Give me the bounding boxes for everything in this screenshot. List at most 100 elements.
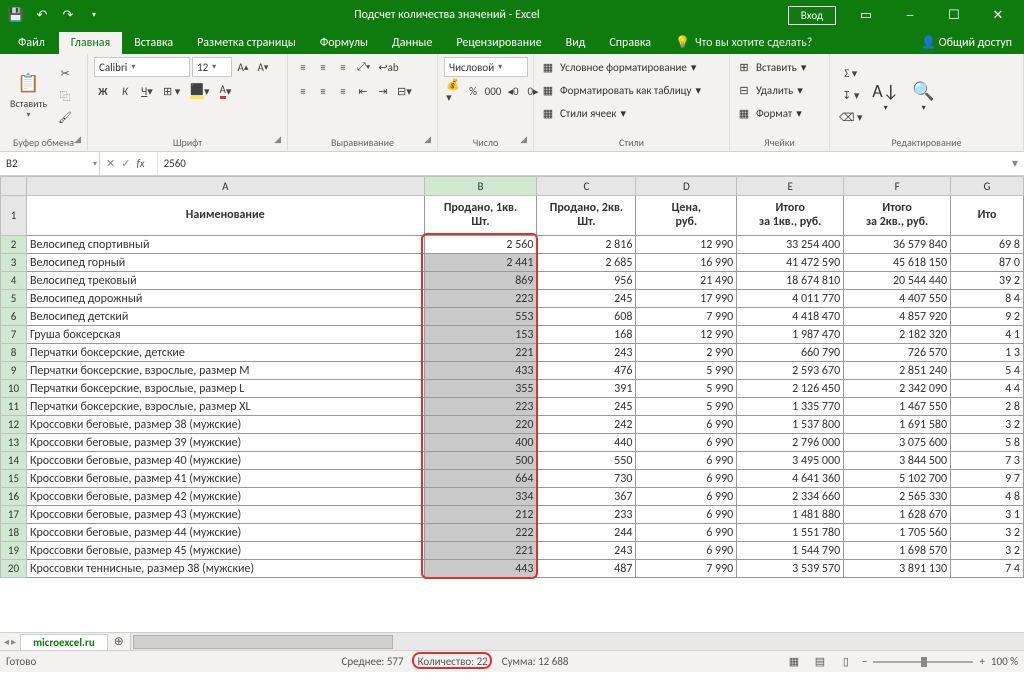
inc-decimals-icon[interactable]: ◂0 [504,81,522,101]
cell-a18[interactable]: Кроссовки беговые, размер 44 (мужские) [26,524,424,542]
cell-e4[interactable]: 18 674 810 [737,272,844,290]
cell-c19[interactable]: 243 [537,542,636,560]
increase-font-icon[interactable]: A▴ [234,57,252,77]
conditional-formatting[interactable]: ▦Условное форматирование▾ [540,57,723,77]
underline-button[interactable]: Ч ▾ [138,81,156,101]
col-header-D[interactable]: D [636,177,737,196]
align-bottom-icon[interactable]: ≡ [334,57,352,77]
cell-a6[interactable]: Велосипед детский [26,308,424,326]
tab-insert[interactable]: Вставка [122,32,185,54]
tab-layout[interactable]: Разметка страницы [185,32,308,54]
cell-f14[interactable]: 3 844 500 [844,452,951,470]
cell-b6[interactable]: 553 [424,308,537,326]
cell-d9[interactable]: 5 990 [636,362,737,380]
cell-a12[interactable]: Кроссовки беговые, размер 38 (мужские) [26,416,424,434]
zoom-out-icon[interactable]: − [862,655,867,668]
scroll-thumb[interactable] [133,635,393,649]
cell-c17[interactable]: 233 [537,506,636,524]
header-cell[interactable]: Продано, 1кв. Шт. [424,196,537,236]
cell-a5[interactable]: Велосипед дорожный [26,290,424,308]
cell-a7[interactable]: Груша боксерская [26,326,424,344]
tab-file[interactable]: Файл [4,32,59,54]
cell-d19[interactable]: 6 990 [636,542,737,560]
cell-g5[interactable]: 8 4 [951,290,1024,308]
find-select-button[interactable]: 🔍▾ [908,77,940,115]
worksheet-grid[interactable]: ABCDEFG1НаименованиеПродано, 1кв. Шт.Про… [0,176,1024,632]
format-painter-icon[interactable]: 🖌 [55,108,75,128]
bold-button[interactable]: Ж [94,81,112,101]
col-header-A[interactable]: A [26,177,424,196]
cell-b2[interactable]: 2 560 [424,236,537,254]
cancel-fx-icon[interactable]: ✕ [106,157,115,170]
row-header-12[interactable]: 12 [1,416,27,434]
fill-icon[interactable]: ↧ ▾ [836,86,866,106]
cell-a8[interactable]: Перчатки боксерские, детские [26,344,424,362]
delete-cells[interactable]: ⊟Удалить▾ [736,80,823,100]
row-header-8[interactable]: 8 [1,344,27,362]
cell-d15[interactable]: 6 990 [636,470,737,488]
cell-g19[interactable]: 3 2 [951,542,1024,560]
cell-b8[interactable]: 221 [424,344,537,362]
header-cell[interactable]: Продано, 2кв. Шт. [537,196,636,236]
row-header-13[interactable]: 13 [1,434,27,452]
cell-b19[interactable]: 221 [424,542,537,560]
cell-c13[interactable]: 440 [537,434,636,452]
fx-icon[interactable]: fx [136,157,144,170]
view-break-icon[interactable]: ▯ [836,654,856,670]
row-header-2[interactable]: 2 [1,236,27,254]
wrap-text-icon[interactable]: ↩ab [375,57,401,77]
cell-e10[interactable]: 2 126 450 [737,380,844,398]
horizontal-scrollbar[interactable] [130,633,1024,650]
col-header-C[interactable]: C [537,177,636,196]
zoom-in-icon[interactable]: + [979,655,984,668]
cell-c3[interactable]: 2 685 [537,254,636,272]
cell-g14[interactable]: 7 3 [951,452,1024,470]
cell-g11[interactable]: 2 8 [951,398,1024,416]
cell-a20[interactable]: Кроссовки теннисные, размер 38 (мужские) [26,560,424,578]
cell-g10[interactable]: 4 4 [951,380,1024,398]
fill-color-icon[interactable]: ⬛▾ [187,81,212,101]
cell-a2[interactable]: Велосипед спортивный [26,236,424,254]
tab-nav-next-icon[interactable]: ▸ [11,635,16,648]
cell-f10[interactable]: 2 342 090 [844,380,951,398]
cell-d2[interactable]: 12 990 [636,236,737,254]
row-header-15[interactable]: 15 [1,470,27,488]
cell-f6[interactable]: 4 857 920 [844,308,951,326]
cell-g16[interactable]: 4 8 [951,488,1024,506]
qat-dropdown-icon[interactable]: ▾ [82,3,106,27]
view-layout-icon[interactable]: ▤ [810,654,830,670]
share-button[interactable]: 👤 Общий доступ [909,31,1024,54]
format-cells[interactable]: ▦Формат▾ [736,103,823,123]
tab-review[interactable]: Рецензирование [444,32,553,54]
cell-f20[interactable]: 3 891 130 [844,560,951,578]
cell-e15[interactable]: 4 641 360 [737,470,844,488]
cell-c4[interactable]: 956 [537,272,636,290]
align-left-icon[interactable]: ≡ [294,81,312,101]
cell-f11[interactable]: 1 467 550 [844,398,951,416]
cell-b15[interactable]: 664 [424,470,537,488]
cell-f13[interactable]: 3 075 600 [844,434,951,452]
cell-a14[interactable]: Кроссовки беговые, размер 40 (мужские) [26,452,424,470]
row-header-20[interactable]: 20 [1,560,27,578]
cell-g20[interactable]: 7 4 [951,560,1024,578]
cell-e19[interactable]: 1 544 790 [737,542,844,560]
align-center-icon[interactable]: ≡ [314,81,332,101]
cell-f16[interactable]: 2 565 330 [844,488,951,506]
cell-g4[interactable]: 39 2 [951,272,1024,290]
cell-d5[interactable]: 17 990 [636,290,737,308]
view-normal-icon[interactable]: ▦ [784,654,804,670]
minimize-icon[interactable]: ─ [888,0,932,30]
indent-dec-icon[interactable]: ⇤ [354,81,372,101]
align-middle-icon[interactable]: ≡ [314,57,332,77]
cell-d10[interactable]: 5 990 [636,380,737,398]
cell-a3[interactable]: Велосипед горный [26,254,424,272]
thousands-icon[interactable]: 000 [484,81,502,101]
cell-c6[interactable]: 608 [537,308,636,326]
cell-d20[interactable]: 7 990 [636,560,737,578]
currency-icon[interactable]: 💰▾ [444,81,462,101]
cell-c14[interactable]: 550 [537,452,636,470]
cell-f8[interactable]: 726 570 [844,344,951,362]
cell-g2[interactable]: 69 8 [951,236,1024,254]
formula-expand-icon[interactable]: ▾ [1006,156,1024,171]
row-header-3[interactable]: 3 [1,254,27,272]
